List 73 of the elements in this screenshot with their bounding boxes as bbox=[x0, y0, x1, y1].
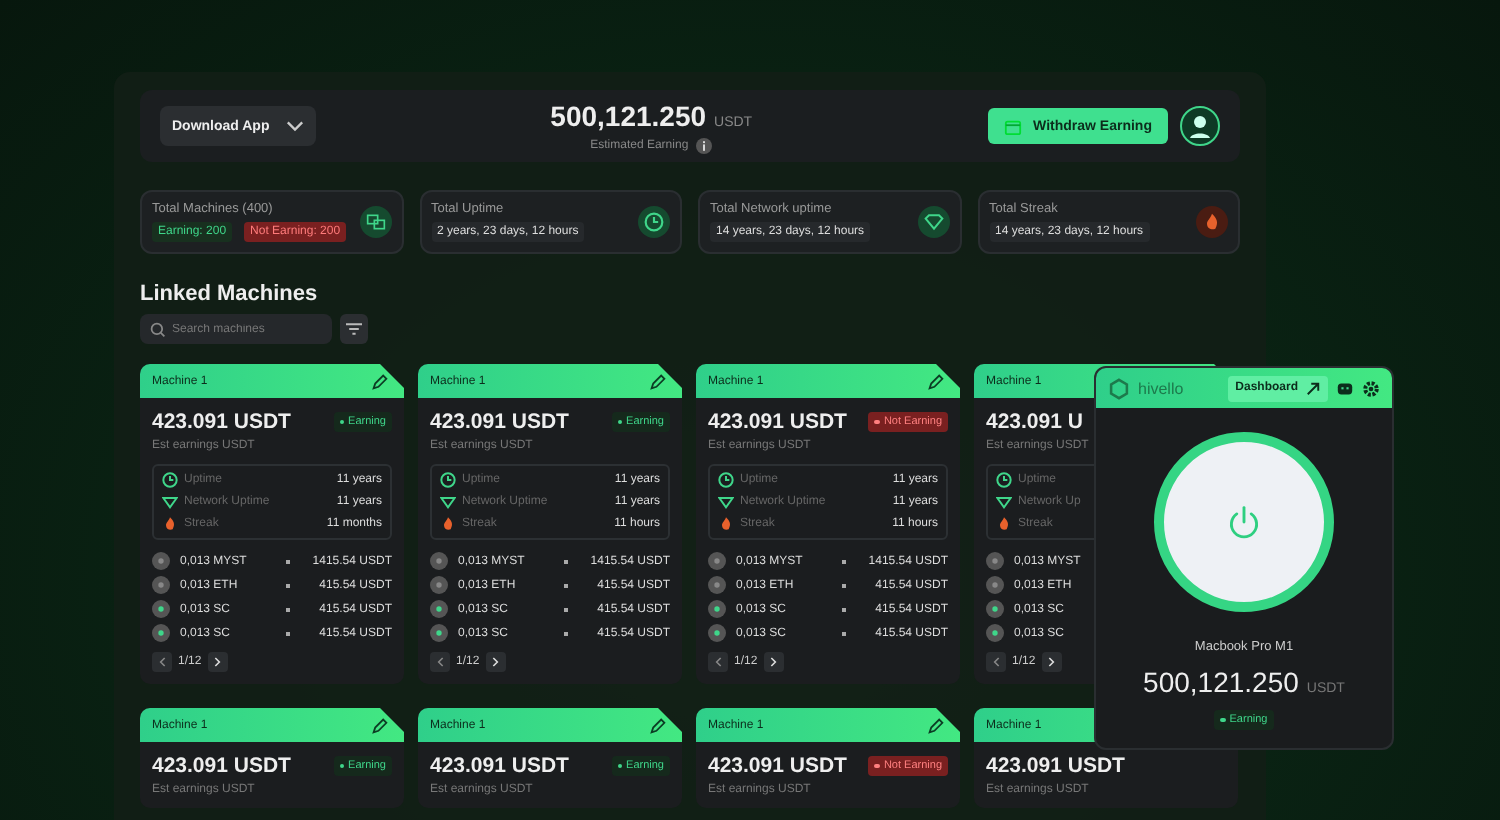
filter-icon bbox=[346, 322, 362, 336]
settings-icon[interactable] bbox=[1362, 379, 1380, 397]
coin-icon bbox=[708, 624, 726, 642]
pencil-icon[interactable] bbox=[372, 373, 388, 389]
earning-amount: 423.091 USDT bbox=[430, 754, 569, 778]
pencil-icon[interactable] bbox=[928, 373, 944, 389]
brand-name: hivello bbox=[1138, 379, 1186, 397]
coin-icon bbox=[430, 552, 448, 570]
flame-icon bbox=[718, 516, 734, 532]
earning-amount: 423.091 U bbox=[986, 410, 1083, 434]
coin-icon bbox=[986, 552, 1004, 570]
clock-icon bbox=[996, 472, 1012, 488]
search-icon bbox=[150, 321, 166, 337]
coin-icon bbox=[986, 624, 1004, 642]
section-title: Linked Machines bbox=[140, 282, 320, 306]
chevron-left-icon bbox=[158, 656, 166, 668]
widget-balance: 500,121.250 bbox=[1143, 666, 1299, 698]
balance-amount: 500,121.250 bbox=[550, 99, 707, 131]
chevron-left-icon bbox=[992, 656, 1000, 668]
pencil-icon[interactable] bbox=[928, 717, 944, 733]
hexagon-logo-icon bbox=[1108, 377, 1130, 399]
coin-icon bbox=[430, 624, 448, 642]
previous-page-button[interactable] bbox=[986, 652, 1006, 672]
coin-icon bbox=[708, 552, 726, 570]
coin-icon bbox=[152, 624, 170, 642]
coin-icon bbox=[708, 576, 726, 594]
chevron-right-icon bbox=[491, 656, 500, 668]
coin-icon bbox=[986, 576, 1004, 594]
flame-icon bbox=[996, 516, 1012, 532]
earning-amount: 423.091 USDT bbox=[152, 754, 291, 778]
chevron-right-icon bbox=[769, 656, 778, 668]
previous-page-button[interactable] bbox=[152, 652, 172, 672]
flame-icon bbox=[162, 516, 178, 532]
power-icon bbox=[1226, 504, 1262, 540]
filter-button[interactable] bbox=[340, 314, 368, 344]
chevron-right-icon bbox=[1047, 656, 1056, 668]
pencil-icon[interactable] bbox=[650, 717, 666, 733]
wallet-icon bbox=[1003, 117, 1022, 135]
next-page-button[interactable] bbox=[207, 652, 228, 672]
clock-icon bbox=[718, 472, 734, 488]
next-page-button[interactable] bbox=[763, 652, 784, 672]
coin-icon bbox=[430, 600, 448, 618]
robot-icon[interactable] bbox=[1336, 379, 1354, 397]
chevron-left-icon bbox=[436, 656, 444, 668]
clock-icon bbox=[638, 206, 670, 238]
clock-icon bbox=[440, 472, 456, 488]
earning-amount: 423.091 USDT bbox=[430, 410, 569, 434]
chevron-left-icon bbox=[714, 656, 722, 668]
next-page-button[interactable] bbox=[1041, 652, 1062, 672]
caret-icon bbox=[285, 120, 304, 132]
coin-icon bbox=[708, 600, 726, 618]
flame-icon bbox=[1196, 206, 1228, 238]
earning-amount: 423.091 USDT bbox=[152, 410, 291, 434]
previous-page-button[interactable] bbox=[430, 652, 450, 672]
next-page-button[interactable] bbox=[485, 652, 506, 672]
earning-amount: 423.091 USDT bbox=[708, 410, 847, 434]
avatar-icon[interactable] bbox=[1180, 106, 1220, 146]
coin-icon bbox=[152, 576, 170, 594]
coin-icon bbox=[986, 600, 1004, 618]
coin-icon bbox=[152, 600, 170, 618]
info-icon[interactable] bbox=[696, 137, 713, 153]
arrow-icon bbox=[1306, 381, 1320, 395]
machines-icon bbox=[359, 206, 391, 238]
flame-icon bbox=[440, 516, 456, 532]
previous-page-button[interactable] bbox=[708, 652, 728, 672]
pencil-icon[interactable] bbox=[372, 717, 388, 733]
coin-icon bbox=[430, 576, 448, 594]
earning-amount: 423.091 USDT bbox=[708, 754, 847, 778]
chevron-right-icon bbox=[213, 656, 222, 668]
earning-amount: 423.091 USDT bbox=[986, 754, 1125, 778]
coin-icon bbox=[152, 552, 170, 570]
pencil-icon[interactable] bbox=[650, 373, 666, 389]
clock-icon bbox=[162, 472, 178, 488]
